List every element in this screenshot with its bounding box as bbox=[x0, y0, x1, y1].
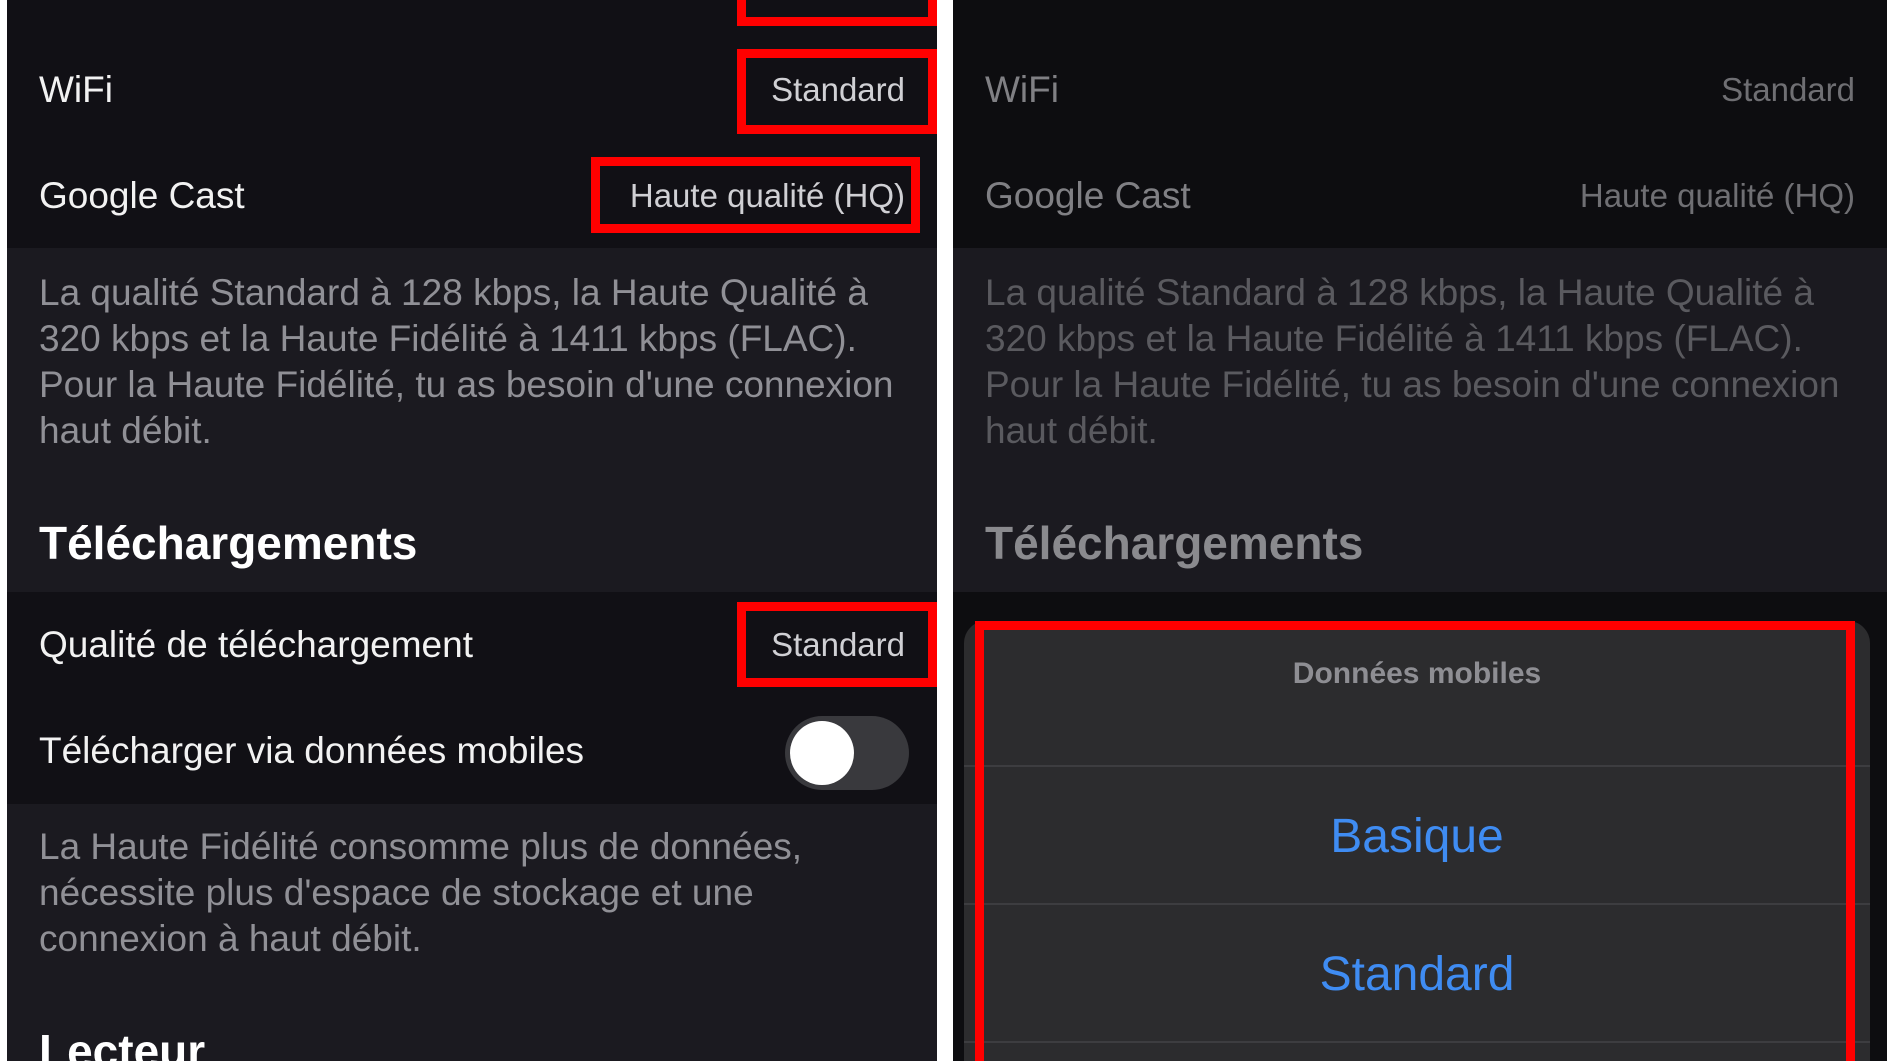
row-google-cast-label: Google Cast bbox=[39, 175, 245, 216]
screenshot-canvas: WiFi Standard Google Cast Haute qualité … bbox=[0, 0, 1887, 1061]
section-title-downloads-dimmed: Téléchargements bbox=[985, 517, 1364, 569]
row-download-mobile-label: Télécharger via données mobiles bbox=[39, 730, 585, 771]
row-wifi-value: Standard bbox=[1721, 71, 1855, 108]
row-wifi-label: WiFi bbox=[985, 69, 1059, 110]
toggle-knob bbox=[790, 721, 854, 785]
highlight-box-google-cast bbox=[591, 157, 920, 233]
section-title-player: Lecteur bbox=[39, 1025, 206, 1061]
section-title-downloads: Téléchargements bbox=[39, 517, 418, 569]
highlight-box-download-quality bbox=[737, 602, 937, 687]
streaming-description: La qualité Standard à 128 kbps, la Haute… bbox=[39, 272, 894, 451]
highlight-box-wifi bbox=[737, 49, 937, 134]
row-google-cast-value: Haute qualité (HQ) bbox=[1579, 177, 1855, 214]
row-download-quality-label: Qualité de téléchargement bbox=[39, 624, 473, 665]
row-wifi-label: WiFi bbox=[39, 69, 113, 110]
settings-panel-left: WiFi Standard Google Cast Haute qualité … bbox=[7, 0, 937, 1061]
row-google-cast-dimmed: Google Cast Haute qualité (HQ) bbox=[953, 143, 1887, 249]
settings-panel-right: WiFi Standard Google Cast Haute qualité … bbox=[953, 0, 1887, 1061]
row-google-cast-label: Google Cast bbox=[985, 175, 1191, 216]
downloads-description: La Haute Fidélité consomme plus de donné… bbox=[39, 826, 803, 959]
streaming-description-dimmed: La qualité Standard à 128 kbps, la Haute… bbox=[985, 272, 1840, 451]
download-mobile-toggle[interactable] bbox=[785, 716, 909, 790]
highlight-box-action-sheet bbox=[975, 621, 1855, 1061]
row-wifi-dimmed: WiFi Standard bbox=[953, 37, 1887, 143]
streaming-quality-group-dimmed: WiFi Standard Google Cast Haute qualité … bbox=[953, 0, 1887, 248]
highlight-box-top bbox=[737, 0, 937, 26]
